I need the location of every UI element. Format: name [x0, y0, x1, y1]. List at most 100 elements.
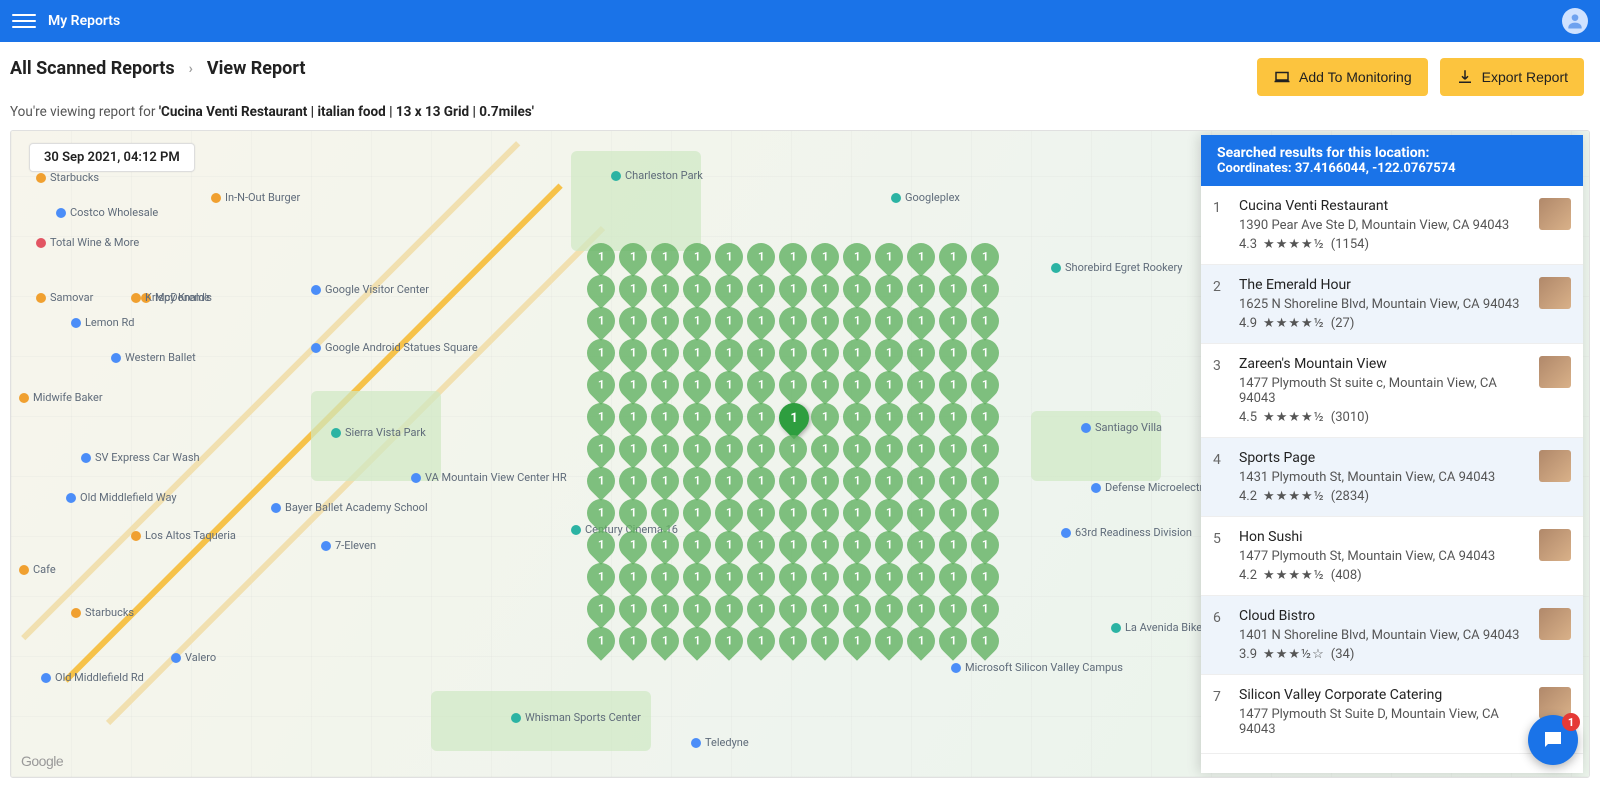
rank-marker[interactable]: 1 — [581, 557, 621, 597]
rank-marker[interactable]: 1 — [677, 621, 717, 661]
rank-marker[interactable]: 1 — [965, 237, 1005, 277]
rank-marker[interactable]: 1 — [709, 269, 749, 309]
rank-marker[interactable]: 1 — [645, 397, 685, 437]
rank-marker[interactable]: 1 — [869, 621, 909, 661]
rank-marker[interactable]: 1 — [613, 397, 653, 437]
rank-marker[interactable]: 1 — [773, 557, 813, 597]
rank-marker[interactable]: 1 — [933, 621, 973, 661]
rank-marker[interactable]: 1 — [677, 525, 717, 565]
rank-marker[interactable]: 1 — [965, 461, 1005, 501]
rank-marker[interactable]: 1 — [677, 429, 717, 469]
rank-marker[interactable]: 1 — [901, 269, 941, 309]
rank-marker[interactable]: 1 — [965, 493, 1005, 533]
result-row[interactable]: 5Hon Sushi1477 Plymouth St, Mountain Vie… — [1201, 517, 1583, 596]
rank-marker[interactable]: 1 — [613, 493, 653, 533]
rank-marker[interactable]: 1 — [901, 493, 941, 533]
rank-marker[interactable]: 1 — [741, 429, 781, 469]
rank-marker[interactable]: 1 — [773, 461, 813, 501]
rank-marker[interactable]: 1 — [741, 621, 781, 661]
rank-marker[interactable]: 1 — [869, 429, 909, 469]
rank-marker[interactable]: 1 — [741, 365, 781, 405]
rank-marker[interactable]: 1 — [805, 461, 845, 501]
rank-marker[interactable]: 1 — [741, 493, 781, 533]
rank-marker[interactable]: 1 — [805, 621, 845, 661]
rank-marker[interactable]: 1 — [709, 397, 749, 437]
rank-marker[interactable]: 1 — [805, 493, 845, 533]
rank-marker[interactable]: 1 — [645, 525, 685, 565]
rank-marker[interactable]: 1 — [741, 589, 781, 629]
rank-marker[interactable]: 1 — [773, 621, 813, 661]
result-row[interactable]: 7Silicon Valley Corporate Catering1477 P… — [1201, 675, 1583, 754]
rank-marker[interactable]: 1 — [741, 525, 781, 565]
rank-marker[interactable]: 1 — [709, 461, 749, 501]
rank-marker[interactable]: 1 — [869, 589, 909, 629]
rank-marker[interactable]: 1 — [677, 557, 717, 597]
result-row[interactable]: 1Cucina Venti Restaurant1390 Pear Ave St… — [1201, 186, 1583, 265]
export-report-button[interactable]: Export Report — [1440, 58, 1584, 96]
rank-marker[interactable]: 1 — [901, 301, 941, 341]
rank-marker[interactable]: 1 — [933, 333, 973, 373]
rank-marker[interactable]: 1 — [837, 589, 877, 629]
rank-marker[interactable]: 1 — [837, 621, 877, 661]
rank-marker[interactable]: 1 — [613, 461, 653, 501]
rank-marker[interactable]: 1 — [901, 237, 941, 277]
rank-marker[interactable]: 1 — [645, 557, 685, 597]
rank-marker[interactable]: 1 — [709, 589, 749, 629]
rank-marker[interactable]: 1 — [741, 269, 781, 309]
rank-marker[interactable]: 1 — [933, 301, 973, 341]
rank-marker[interactable]: 1 — [805, 301, 845, 341]
rank-marker[interactable]: 1 — [965, 525, 1005, 565]
rank-marker[interactable]: 1 — [837, 525, 877, 565]
rank-marker[interactable]: 1 — [581, 333, 621, 373]
rank-marker[interactable]: 1 — [965, 301, 1005, 341]
rank-marker[interactable]: 1 — [741, 461, 781, 501]
rank-marker[interactable]: 1 — [645, 365, 685, 405]
rank-marker[interactable]: 1 — [805, 269, 845, 309]
rank-marker[interactable]: 1 — [965, 557, 1005, 597]
rank-marker[interactable]: 1 — [709, 301, 749, 341]
rank-marker[interactable]: 1 — [677, 269, 717, 309]
rank-marker[interactable]: 1 — [805, 397, 845, 437]
rank-marker[interactable]: 1 — [581, 365, 621, 405]
rank-marker[interactable]: 1 — [581, 237, 621, 277]
rank-marker[interactable]: 1 — [773, 493, 813, 533]
rank-marker[interactable]: 1 — [965, 365, 1005, 405]
rank-marker[interactable]: 1 — [901, 557, 941, 597]
rank-marker[interactable]: 1 — [869, 301, 909, 341]
rank-marker[interactable]: 1 — [709, 429, 749, 469]
rank-marker[interactable]: 1 — [741, 237, 781, 277]
rank-marker[interactable]: 1 — [805, 365, 845, 405]
rank-marker[interactable]: 1 — [933, 365, 973, 405]
rank-marker[interactable]: 1 — [901, 429, 941, 469]
rank-marker[interactable]: 1 — [613, 237, 653, 277]
rank-marker[interactable]: 1 — [773, 365, 813, 405]
rank-marker[interactable]: 1 — [837, 397, 877, 437]
rank-marker[interactable]: 1 — [901, 589, 941, 629]
rank-marker[interactable]: 1 — [933, 429, 973, 469]
rank-marker[interactable]: 1 — [581, 525, 621, 565]
rank-marker[interactable]: 1 — [933, 557, 973, 597]
rank-marker[interactable]: 1 — [645, 269, 685, 309]
menu-icon[interactable] — [12, 9, 36, 33]
rank-marker[interactable]: 1 — [645, 237, 685, 277]
rank-marker[interactable]: 1 — [709, 365, 749, 405]
rank-marker[interactable]: 1 — [677, 333, 717, 373]
result-row[interactable]: 4Sports Page1431 Plymouth St, Mountain V… — [1201, 438, 1583, 517]
result-row[interactable]: 3Zareen's Mountain View1477 Plymouth St … — [1201, 344, 1583, 438]
rank-marker[interactable]: 1 — [773, 429, 813, 469]
rank-marker[interactable]: 1 — [677, 589, 717, 629]
rank-marker[interactable]: 1 — [869, 461, 909, 501]
rank-marker[interactable]: 1 — [677, 493, 717, 533]
rank-marker[interactable]: 1 — [901, 397, 941, 437]
rank-marker[interactable]: 1 — [613, 589, 653, 629]
rank-marker[interactable]: 1 — [901, 365, 941, 405]
rank-marker[interactable]: 1 — [645, 461, 685, 501]
rank-marker[interactable]: 1 — [645, 301, 685, 341]
rank-marker[interactable]: 1 — [933, 525, 973, 565]
rank-marker[interactable]: 1 — [965, 397, 1005, 437]
rank-marker[interactable]: 1 — [965, 429, 1005, 469]
rank-marker[interactable]: 1 — [933, 397, 973, 437]
rank-marker[interactable]: 1 — [773, 589, 813, 629]
rank-marker[interactable]: 1 — [677, 365, 717, 405]
rank-marker[interactable]: 1 — [613, 365, 653, 405]
